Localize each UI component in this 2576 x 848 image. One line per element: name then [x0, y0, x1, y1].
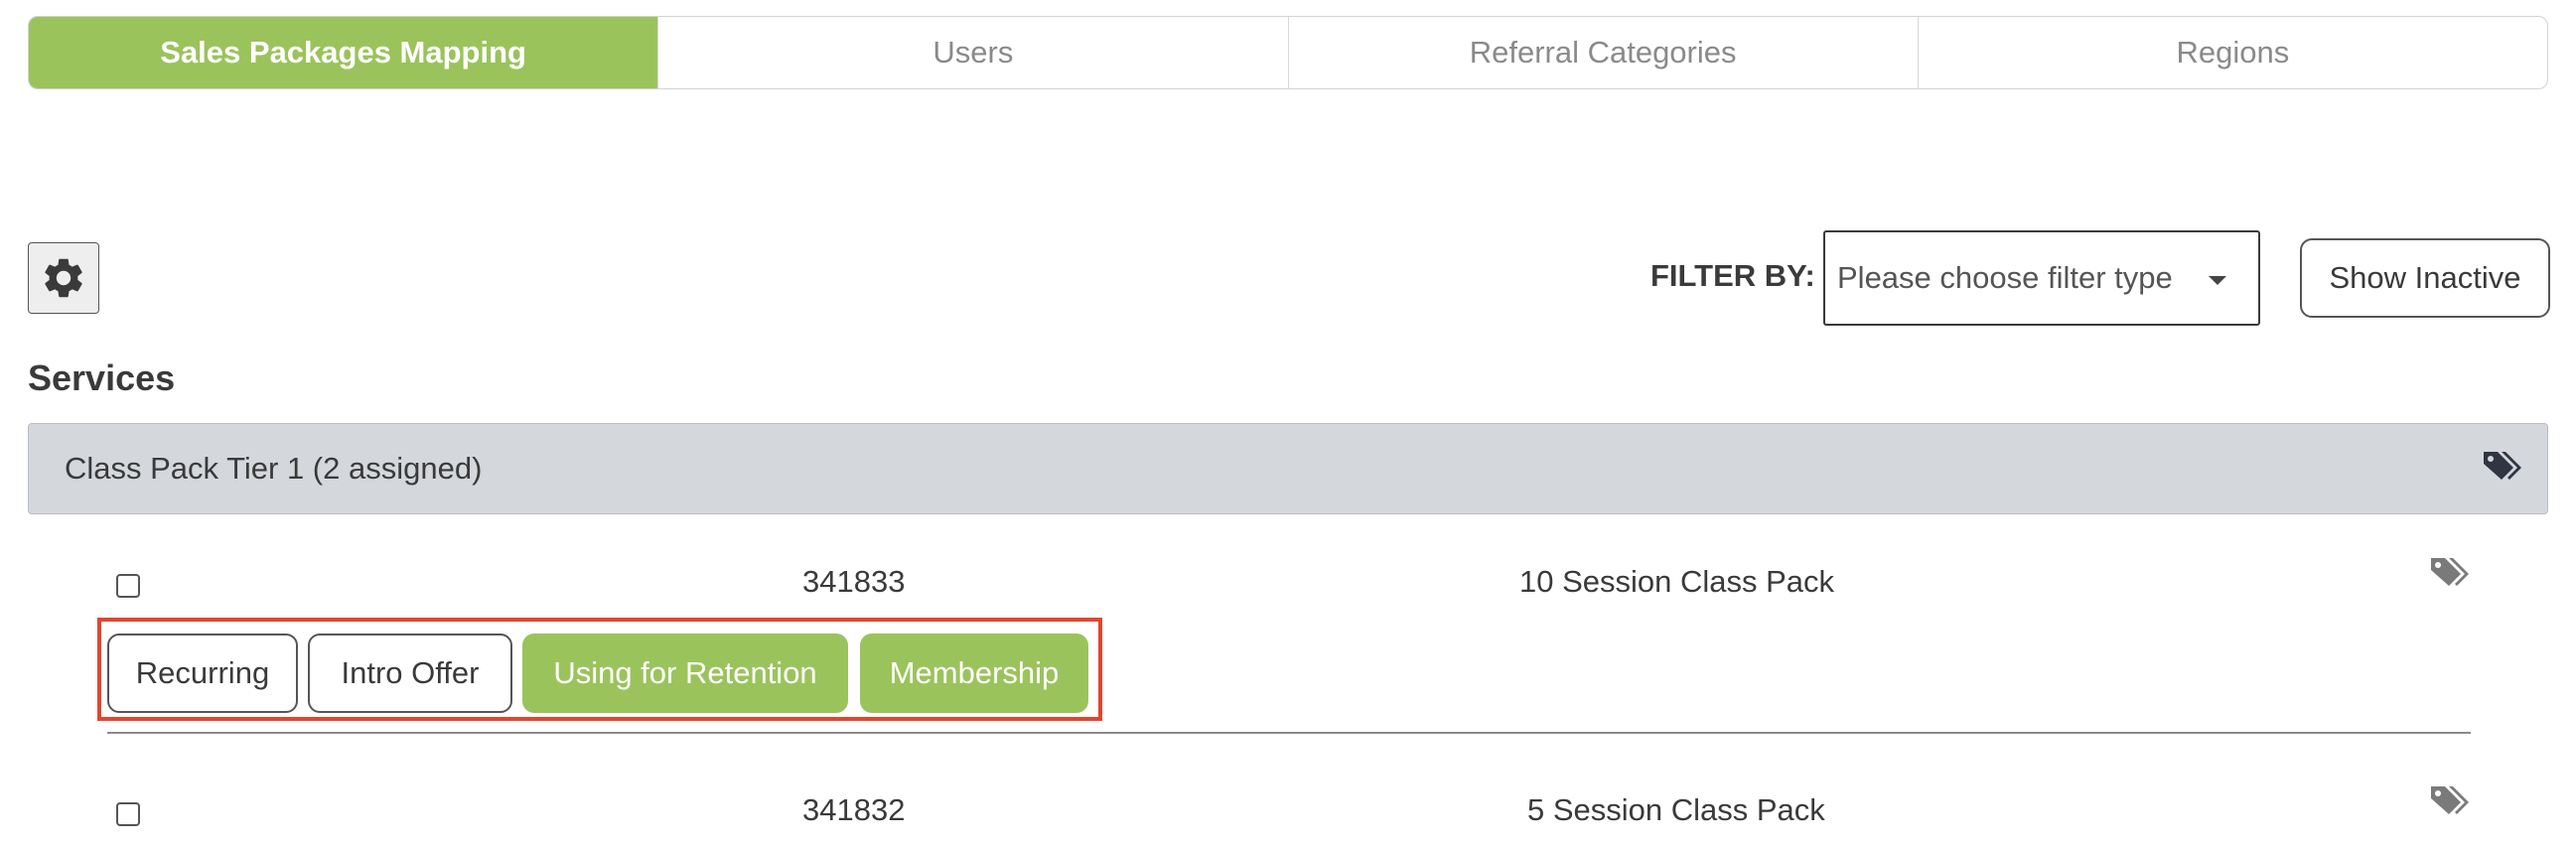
tags-icon[interactable]: [2482, 450, 2521, 492]
group-header[interactable]: Class Pack Tier 1 (2 assigned): [28, 423, 2548, 514]
show-inactive-button[interactable]: Show Inactive: [2300, 238, 2550, 318]
row-checkbox[interactable]: [116, 802, 140, 826]
tag-using-for-retention[interactable]: Using for Retention: [522, 634, 848, 713]
tag-membership[interactable]: Membership: [860, 634, 1088, 713]
tags-icon[interactable]: [2429, 556, 2469, 595]
filter-type-select[interactable]: Please choose filter type: [1823, 230, 2260, 326]
gear-icon: [45, 258, 82, 298]
table-row: 341833 10 Session Class Pack: [0, 556, 2576, 616]
tab-bar: Sales Packages Mapping Users Referral Ca…: [28, 16, 2548, 89]
tab-sales-packages-mapping[interactable]: Sales Packages Mapping: [29, 17, 658, 88]
tab-users[interactable]: Users: [657, 17, 1287, 88]
tags-icon[interactable]: [2429, 784, 2469, 823]
tag-recurring[interactable]: Recurring: [107, 634, 298, 713]
row-checkbox[interactable]: [116, 574, 140, 598]
row-name: 5 Session Class Pack: [1527, 792, 1825, 827]
row-id: 341833: [802, 564, 906, 599]
row-name: 10 Session Class Pack: [1519, 564, 1835, 599]
filter-placeholder: Please choose filter type: [1837, 260, 2173, 295]
settings-button[interactable]: [28, 242, 99, 314]
tag-intro-offer[interactable]: Intro Offer: [308, 634, 512, 713]
filter-label: FILTER BY:: [1650, 258, 1815, 293]
tab-regions[interactable]: Regions: [1917, 17, 2547, 88]
tab-referral-categories[interactable]: Referral Categories: [1287, 17, 1918, 88]
table-row: 341832 5 Session Class Pack: [0, 784, 2576, 844]
caret-down-icon: [2209, 276, 2226, 285]
section-title: Services: [28, 357, 176, 398]
row-id: 341832: [802, 792, 906, 827]
group-label: Class Pack Tier 1 (2 assigned): [65, 451, 483, 486]
row-divider: [107, 732, 2471, 734]
